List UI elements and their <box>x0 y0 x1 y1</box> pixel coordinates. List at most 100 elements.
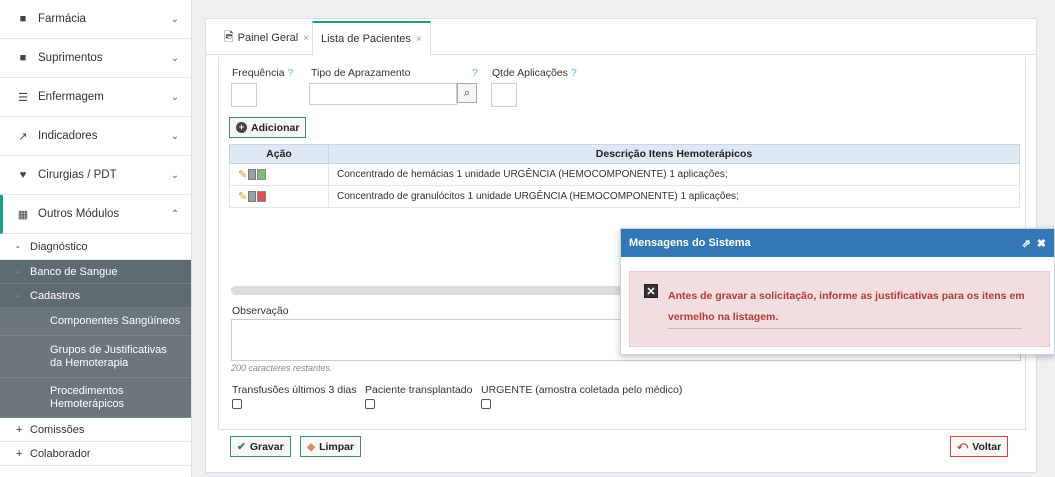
qtde-aplicacoes-input[interactable] <box>491 83 517 107</box>
frequencia-input[interactable] <box>231 83 257 107</box>
sidebar-subitem-label: Banco de Sangue <box>30 265 118 278</box>
close-icon[interactable]: × <box>303 33 309 44</box>
row-description: Concentrado de hemácias 1 unidade URGÊNC… <box>328 163 1020 186</box>
gravar-button[interactable]: ✔ Gravar <box>230 436 291 457</box>
sidebar-subitem-grupos[interactable]: Grupos de Justificativas da Hemoterapia <box>0 336 191 378</box>
table-row: ✎ Concentrado de hemácias 1 unidade URGÊ… <box>229 163 1020 186</box>
status-flag-icon[interactable] <box>257 169 267 180</box>
box-icon: ■ <box>19 52 27 64</box>
monitor-icon: 🖻 <box>224 29 234 44</box>
chevron-down-icon: ⌄ <box>170 130 180 142</box>
close-icon[interactable]: ✖ <box>1037 237 1046 250</box>
tab-label: Painel Geral <box>237 32 299 44</box>
plus-circle-icon: + <box>236 122 247 133</box>
dash-icon: - <box>16 289 20 302</box>
sidebar-item-outros-modulos[interactable]: ▦ Outros Módulos ⌃ <box>0 195 191 234</box>
sidebar-subitem-label: Cadastros <box>30 289 81 302</box>
sidebar-item-label: Outros Módulos <box>38 208 120 220</box>
plus-icon: + <box>16 423 23 436</box>
sidebar-subitem-label: Diagnóstico <box>30 240 88 253</box>
voltar-button[interactable]: ⤺ Voltar <box>950 436 1009 457</box>
list-icon: ☰ <box>18 91 28 104</box>
tab-painel-geral[interactable]: 🖻 Painel Geral × <box>216 21 317 55</box>
sidebar-item-colaborador[interactable]: + Colaborador <box>0 442 191 466</box>
adicionar-button[interactable]: + Adicionar <box>229 117 307 138</box>
sidebar-item-suprimentos[interactable]: ■ Suprimentos ⌄ <box>0 39 191 78</box>
sidebar-subitem-banco-sangue[interactable]: - Banco de Sangue <box>0 260 191 284</box>
system-messages-dialog: Mensagens do Sistema ⇗ ✖ ✕ Antes de grav… <box>620 228 1055 355</box>
transplantado-label: Paciente transplantado <box>365 384 473 396</box>
row-description: Concentrado de granulócitos 1 unidade UR… <box>328 185 1020 208</box>
qtde-aplicacoes-label: Qtde Aplicações? <box>492 67 577 79</box>
sidebar: ■ Farmácia ⌄ ■ Suprimentos ⌄ ☰ Enfermage… <box>0 0 192 477</box>
sidebar-item-farmacia[interactable]: ■ Farmácia ⌄ <box>0 0 191 39</box>
plus-icon: + <box>16 447 23 460</box>
sidebar-item-enfermagem[interactable]: ☰ Enfermagem ⌄ <box>0 78 191 117</box>
tab-label: Lista de Pacientes <box>321 33 411 45</box>
urgente-label: URGENTE (amostra coletada pelo médico) <box>481 384 683 396</box>
table-row: ✎ Concentrado de granulócitos 1 unidade … <box>229 185 1020 208</box>
column-header-descricao: Descrição Itens Hemoterápicos <box>328 144 1020 164</box>
sidebar-subitem-label: Procedimentos Hemoterápicos <box>50 384 124 410</box>
sidebar-subitem-label: Comissões <box>30 423 85 436</box>
frequencia-label: Frequência? <box>232 67 294 79</box>
limpar-button[interactable]: ◆ Limpar <box>300 436 362 457</box>
check-icon: ✔ <box>237 440 246 453</box>
sidebar-item-label: Farmácia <box>38 13 86 25</box>
dialog-header: Mensagens do Sistema ⇗ ✖ <box>621 229 1054 257</box>
sidebar-item-label: Suprimentos <box>38 52 103 64</box>
transplantado-checkbox[interactable] <box>365 399 375 409</box>
error-alert: ✕ Antes de gravar a solicitação, informe… <box>629 271 1050 347</box>
tipo-aprazamento-input[interactable] <box>309 83 457 105</box>
tipo-aprazamento-label: Tipo de Aprazamento <box>311 67 411 79</box>
action-bar: ✔ Gravar ◆ Limpar ⤺ Voltar <box>218 430 1026 474</box>
sidebar-item-comissoes[interactable]: + Comissões <box>0 418 191 442</box>
sidebar-subitem-diagnostico[interactable]: - Diagnóstico <box>0 234 191 260</box>
sidebar-item-label: Indicadores <box>38 130 98 142</box>
column-header-acao: Ação <box>229 144 329 164</box>
urgente-checkbox[interactable] <box>481 399 491 409</box>
search-button[interactable]: ⌕ <box>457 83 477 103</box>
chevron-down-icon: ⌄ <box>170 52 180 64</box>
dialog-title: Mensagens do Sistema <box>629 237 751 249</box>
trash-icon[interactable] <box>248 169 257 180</box>
row-actions: ✎ <box>229 185 329 208</box>
sidebar-item-label: Cirurgias / PDT <box>38 169 117 181</box>
sidebar-subitem-cadastros[interactable]: - Cadastros <box>0 284 191 308</box>
chevron-up-icon: ⌃ <box>170 208 180 220</box>
sidebar-subitem-procedimentos[interactable]: Procedimentos Hemoterápicos <box>0 378 191 418</box>
error-message: Antes de gravar a solicitação, informe a… <box>668 290 1025 323</box>
pencil-icon[interactable]: ✎ <box>238 168 247 181</box>
chevron-down-icon: ⌄ <box>170 91 180 103</box>
tab-lista-pacientes[interactable]: Lista de Pacientes × <box>312 21 431 56</box>
sidebar-subitem-label: Colaborador <box>30 447 91 460</box>
divider <box>668 328 1022 329</box>
chevron-down-icon: ⌄ <box>170 169 180 181</box>
eraser-icon: ◆ <box>307 440 316 453</box>
grid-icon: ▦ <box>17 208 29 221</box>
sidebar-item-cirurgias[interactable]: ♥ Cirurgias / PDT ⌄ <box>0 156 191 195</box>
sidebar-item-indicadores[interactable]: ↗ Indicadores ⌄ <box>0 117 191 156</box>
line-chart-icon: ↗ <box>18 130 28 143</box>
trash-icon[interactable] <box>248 191 257 202</box>
observacao-label: Observação <box>232 305 289 317</box>
sidebar-subitem-label: Componentes Sangüíneos <box>50 315 181 327</box>
pencil-icon[interactable]: ✎ <box>238 190 247 203</box>
plus-square-icon: ■ <box>19 13 27 25</box>
help-icon: ? <box>287 67 294 79</box>
dash-icon: - <box>16 265 20 278</box>
error-x-icon: ✕ <box>644 284 658 298</box>
status-flag-icon[interactable] <box>257 191 267 202</box>
sidebar-item-label: Enfermagem <box>38 91 104 103</box>
sidebar-subitem-componentes[interactable]: Componentes Sangüíneos <box>0 308 191 336</box>
chars-remaining-text: 200 caracteres restantes. <box>231 363 333 373</box>
help-icon: ? <box>472 67 478 79</box>
external-link-icon[interactable]: ⇗ <box>1022 237 1031 250</box>
transfusoes-checkbox[interactable] <box>232 399 242 409</box>
transfusoes-label: Transfusões últimos 3 dias <box>232 384 357 396</box>
close-icon[interactable]: × <box>416 34 422 45</box>
itens-table: Ação Descrição Itens Hemoterápicos ✎ Con… <box>229 144 1020 208</box>
search-icon: ⌕ <box>463 86 471 99</box>
heartbeat-icon: ♥ <box>19 169 27 181</box>
row-actions: ✎ <box>229 163 329 186</box>
